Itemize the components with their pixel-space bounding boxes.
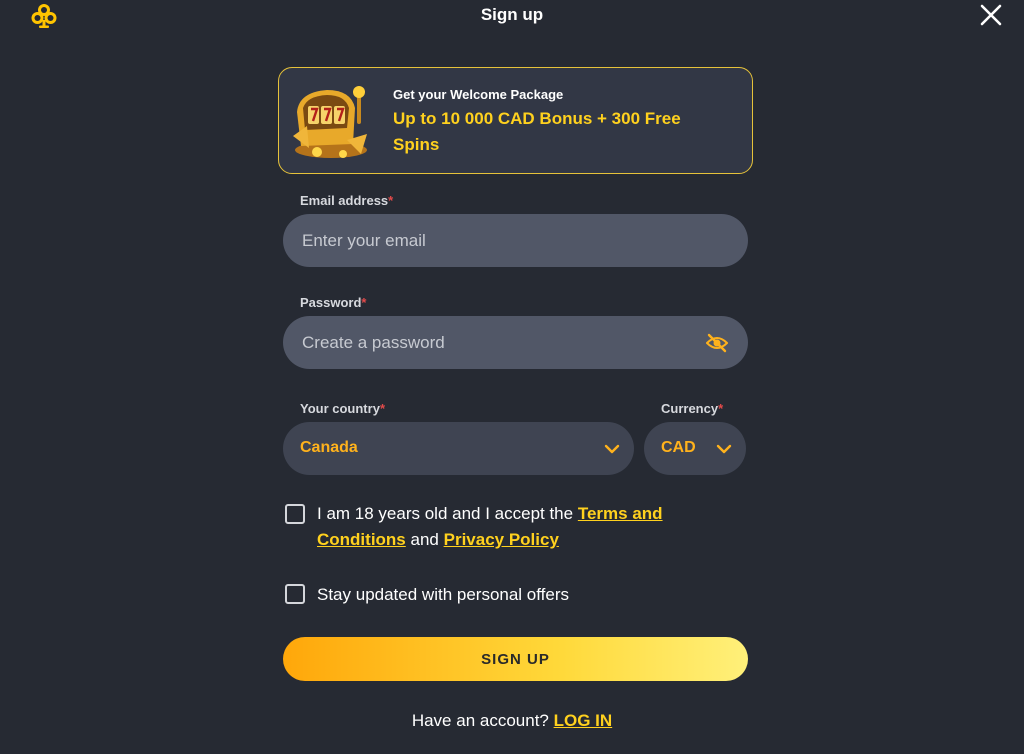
email-field[interactable] xyxy=(283,214,748,267)
offers-text: Stay updated with personal offers xyxy=(317,585,570,604)
offers-checkbox[interactable] xyxy=(285,584,305,604)
country-select[interactable]: Canada xyxy=(283,422,634,475)
password-field-wrapper xyxy=(283,316,748,369)
terms-text: I am 18 years old and I accept the Terms… xyxy=(317,504,663,549)
chevron-down-icon xyxy=(604,444,620,454)
terms-checkbox[interactable] xyxy=(285,504,305,524)
chevron-down-icon xyxy=(716,444,732,454)
currency-label: Currency* xyxy=(661,401,724,416)
login-link[interactable]: LOG IN xyxy=(554,711,613,730)
eye-off-icon[interactable] xyxy=(706,333,728,353)
close-icon[interactable] xyxy=(978,2,1004,28)
currency-value: CAD xyxy=(661,439,696,456)
currency-select[interactable]: CAD xyxy=(644,422,746,475)
page-title: Sign up xyxy=(480,5,544,24)
promo-offer: Up to 10 000 CAD Bonus + 300 Free Spins xyxy=(393,109,681,154)
country-label: Your country* xyxy=(300,401,385,416)
password-field[interactable] xyxy=(283,316,748,369)
password-label: Password* xyxy=(300,295,367,310)
email-label: Email address* xyxy=(300,193,394,208)
promo-kicker: Get your Welcome Package xyxy=(393,87,564,102)
slot-machine-777-icon xyxy=(293,86,367,158)
privacy-link[interactable]: Privacy Policy xyxy=(444,530,559,549)
login-prompt: Have an account? LOG IN xyxy=(411,711,613,730)
sign-up-button[interactable]: SIGN UP xyxy=(283,637,748,681)
welcome-package-banner: Get your Welcome Package Up to 10 000 CA… xyxy=(278,67,753,174)
email-field-wrapper xyxy=(283,214,748,267)
country-value: Canada xyxy=(300,439,358,456)
